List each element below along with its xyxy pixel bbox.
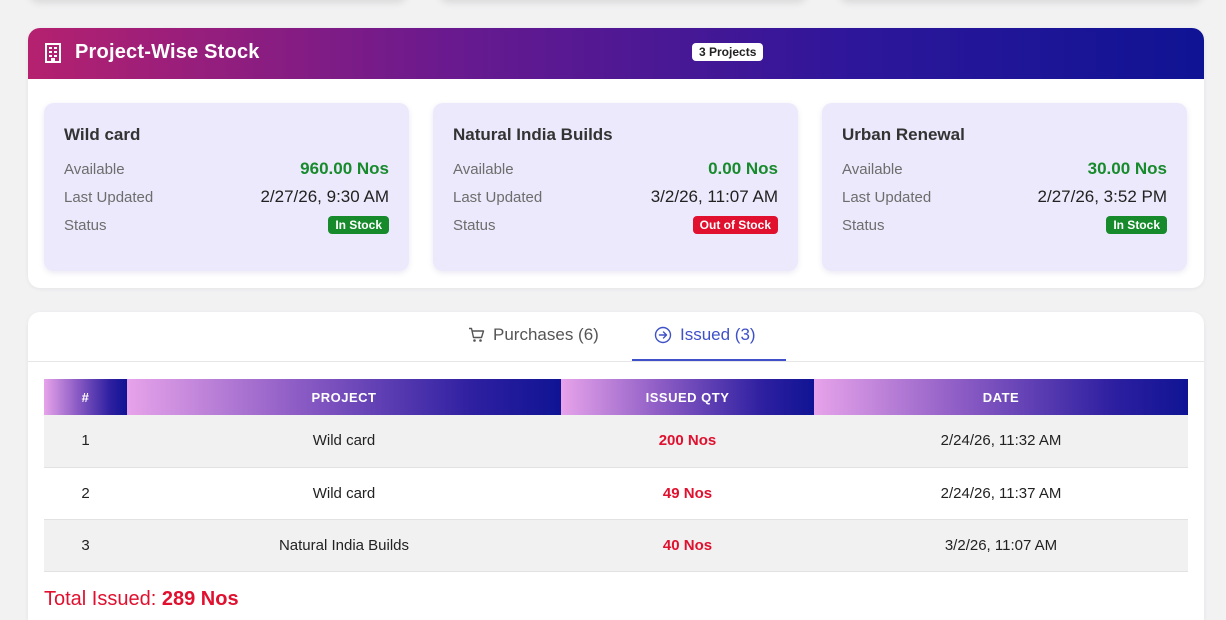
updated-label: Last Updated	[453, 188, 543, 206]
building-icon	[45, 43, 61, 63]
tab-issued-label: Issued (3)	[680, 325, 756, 344]
status-label: Status	[64, 216, 107, 234]
available-qty: 30.00 Nos	[1087, 159, 1167, 178]
row-project: Wild card	[127, 415, 561, 468]
table-row[interactable]: 3 Natural India Builds 40 Nos 3/2/26, 11…	[44, 519, 1188, 572]
available-qty: 960.00 Nos	[300, 159, 389, 178]
available-label: Available	[64, 160, 125, 178]
table-row[interactable]: 2 Wild card 49 Nos 2/24/26, 11:37 AM	[44, 467, 1188, 520]
column-header-issued-qty[interactable]: ISSUED QTY	[561, 379, 814, 415]
column-header-project[interactable]: PROJECT	[127, 379, 561, 415]
project-card-urban-renewal[interactable]: Urban Renewal Available 30.00 Nos Last Up…	[822, 103, 1187, 271]
row-date: 2/24/26, 11:37 AM	[814, 467, 1188, 520]
panel-title: Project-Wise Stock	[75, 41, 260, 63]
last-updated: 3/2/26, 11:07 AM	[650, 187, 778, 206]
project-stock-panel: Project-Wise Stock 3 Projects Wild card …	[28, 28, 1204, 288]
row-issued-qty: 40 Nos	[561, 519, 814, 572]
project-name: Urban Renewal	[842, 125, 965, 144]
status-label: Status	[842, 216, 885, 234]
status-label: Status	[453, 216, 496, 234]
cart-icon	[469, 327, 485, 342]
available-qty: 0.00 Nos	[708, 159, 778, 178]
row-date: 3/2/26, 11:07 AM	[814, 519, 1188, 572]
issued-table: # PROJECT ISSUED QTY DATE 1 Wild card 20…	[44, 379, 1188, 572]
status-badge: In Stock	[1106, 216, 1167, 234]
row-number: 3	[44, 519, 127, 572]
table-header-row: # PROJECT ISSUED QTY DATE	[44, 379, 1188, 415]
row-number: 1	[44, 415, 127, 468]
total-issued-value: 289 Nos	[161, 588, 239, 610]
table-row[interactable]: 1 Wild card 200 Nos 2/24/26, 11:32 AM	[44, 415, 1188, 468]
row-issued-qty: 200 Nos	[561, 415, 814, 468]
column-header-number[interactable]: #	[44, 379, 127, 415]
tab-bar: Purchases (6) Issued (3)	[28, 312, 1204, 362]
updated-label: Last Updated	[842, 188, 932, 206]
total-issued: Total Issued: 289 Nos	[44, 588, 239, 611]
transactions-panel: Purchases (6) Issued (3) # PROJECT ISSUE…	[28, 312, 1204, 620]
available-label: Available	[842, 160, 903, 178]
available-label: Available	[453, 160, 514, 178]
active-tab-indicator	[632, 359, 786, 361]
column-header-date[interactable]: DATE	[814, 379, 1188, 415]
arrow-circle-right-icon	[654, 326, 672, 344]
project-card-wild-card[interactable]: Wild card Available 960.00 Nos Last Updat…	[44, 103, 409, 271]
tab-purchases[interactable]: Purchases (6)	[468, 325, 599, 345]
last-updated: 2/27/26, 3:52 PM	[1037, 187, 1167, 206]
status-badge: In Stock	[328, 216, 389, 234]
row-number: 2	[44, 467, 127, 520]
last-updated: 2/27/26, 9:30 AM	[260, 187, 389, 206]
row-issued-qty: 49 Nos	[561, 467, 814, 520]
row-project: Natural India Builds	[127, 519, 561, 572]
project-name: Natural India Builds	[453, 125, 613, 144]
row-project: Wild card	[127, 467, 561, 520]
updated-label: Last Updated	[64, 188, 154, 206]
project-card-natural-india-builds[interactable]: Natural India Builds Available 0.00 Nos L…	[433, 103, 798, 271]
row-date: 2/24/26, 11:32 AM	[814, 415, 1188, 468]
panel-header: Project-Wise Stock 3 Projects	[28, 28, 1204, 79]
tab-issued[interactable]: Issued (3)	[654, 325, 756, 345]
total-issued-label: Total Issued:	[44, 588, 157, 610]
tab-purchases-label: Purchases (6)	[493, 325, 599, 344]
project-count-badge: 3 Projects	[692, 43, 764, 61]
project-name: Wild card	[64, 125, 141, 144]
status-badge: Out of Stock	[692, 216, 778, 234]
